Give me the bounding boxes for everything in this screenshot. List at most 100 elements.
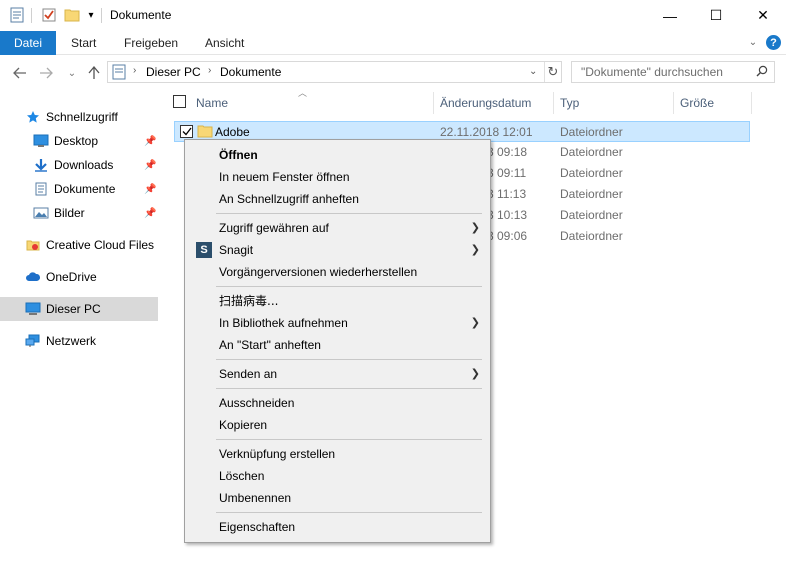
menu-item-cut[interactable]: Ausschneiden <box>185 392 490 414</box>
menu-item-label: Zugriff gewähren auf <box>219 221 329 235</box>
menu-separator <box>216 213 482 214</box>
sidebar-item-onedrive[interactable]: OneDrive <box>25 265 97 289</box>
sidebar-item-quick-access[interactable]: Schnellzugriff <box>25 105 118 129</box>
row-checkbox[interactable] <box>180 125 193 138</box>
sidebar-item-label: Dokumente <box>54 182 116 196</box>
search-box[interactable]: "Dokumente" durchsuchen <box>571 61 775 83</box>
submenu-arrow-icon: ❯ <box>470 368 480 380</box>
file-type: Dateiordner <box>560 145 623 159</box>
file-type: Dateiordner <box>560 125 623 139</box>
sidebar-item-label: Bilder <box>54 206 85 220</box>
select-all-checkbox[interactable] <box>173 95 186 108</box>
menu-item-pin-start[interactable]: An "Start" anheften <box>185 334 490 356</box>
column-header-size[interactable]: Größe <box>680 91 714 115</box>
menu-item-properties[interactable]: Eigenschaften <box>185 516 490 538</box>
file-date: 3 09:06 <box>487 229 528 243</box>
menu-item-snagit[interactable]: S Snagit ❯ <box>185 239 490 261</box>
sidebar-item-label: Desktop <box>54 134 99 148</box>
menu-item-copy[interactable]: Kopieren <box>185 414 490 436</box>
pin-icon[interactable]: 📌 <box>144 184 156 195</box>
menu-item-rename[interactable]: Umbenennen <box>185 487 490 509</box>
column-separator[interactable] <box>433 92 434 114</box>
sidebar-item-label: Netzwerk <box>46 334 97 348</box>
column-separator[interactable] <box>553 92 554 114</box>
pin-icon[interactable]: 📌 <box>144 136 156 147</box>
menu-item-scan-virus[interactable]: 扫描病毒... <box>185 289 490 311</box>
search-icon[interactable] <box>756 65 768 80</box>
checkmark-icon[interactable] <box>41 7 57 23</box>
submenu-arrow-icon: ❯ <box>470 222 480 234</box>
sidebar-item-network[interactable]: Netzwerk <box>25 329 96 353</box>
file-type: Dateiordner <box>560 229 623 243</box>
file-type: Dateiordner <box>560 208 623 222</box>
file-type: Dateiordner <box>560 166 623 180</box>
new-folder-icon[interactable] <box>64 7 80 23</box>
properties-icon[interactable] <box>9 7 25 23</box>
star-icon <box>25 109 41 125</box>
expand-ribbon-icon[interactable]: ⌄ <box>746 35 760 49</box>
desktop-icon <box>33 133 49 149</box>
menu-item-open-new-window[interactable]: In neuem Fenster öffnen <box>185 166 490 188</box>
cloud-icon <box>25 269 41 285</box>
refresh-icon[interactable]: ↻ <box>545 63 561 81</box>
sidebar-item-this-pc[interactable]: Dieser PC <box>0 297 158 321</box>
creative-cloud-icon <box>25 237 41 253</box>
title-bar: ▾ Dokumente — ☐ ✕ <box>0 0 786 31</box>
sidebar-item-downloads[interactable]: Downloads <box>33 153 113 177</box>
menu-item-grant-access[interactable]: Zugriff gewähren auf ❯ <box>185 217 490 239</box>
menu-item-restore-versions[interactable]: Vorgängerversionen wiederherstellen <box>185 261 490 283</box>
sidebar-item-label: Downloads <box>54 158 114 172</box>
up-button[interactable] <box>84 63 104 83</box>
minimize-button[interactable]: — <box>647 0 693 31</box>
breadcrumb-this-pc[interactable]: Dieser PC <box>146 65 201 79</box>
download-icon <box>33 157 49 173</box>
address-dropdown-icon[interactable]: ⌄ <box>529 66 537 77</box>
address-bar[interactable]: › Dieser PC › Dokumente ⌄ ↻ <box>107 61 562 83</box>
pin-icon[interactable]: 📌 <box>144 208 156 219</box>
customize-dropdown-icon[interactable]: ▾ <box>83 7 99 23</box>
help-button[interactable]: ? <box>766 35 781 50</box>
pin-icon[interactable]: 📌 <box>144 160 156 171</box>
sidebar-item-documents[interactable]: Dokumente <box>33 177 115 201</box>
column-header-name[interactable]: Name <box>196 91 228 115</box>
sidebar-item-label: Dieser PC <box>46 302 101 316</box>
back-button[interactable] <box>10 63 30 83</box>
menu-separator <box>216 388 482 389</box>
tab-start[interactable]: Start <box>71 31 96 55</box>
sidebar-item-label: Creative Cloud Files <box>46 238 155 252</box>
menu-item-send-to[interactable]: Senden an ❯ <box>185 363 490 385</box>
sidebar-item-pictures[interactable]: Bilder <box>33 201 85 225</box>
sidebar-item-desktop[interactable]: Desktop <box>33 129 98 153</box>
sidebar-item-creative-cloud[interactable]: Creative Cloud Files <box>25 233 154 257</box>
column-header-date[interactable]: Änderungsdatum <box>440 91 531 115</box>
menu-item-pin-quick-access[interactable]: An Schnellzugriff anheften <box>185 188 490 210</box>
tab-file[interactable]: Datei <box>0 31 56 55</box>
file-date: 3 09:18 <box>487 145 528 159</box>
menu-item-add-library[interactable]: In Bibliothek aufnehmen ❯ <box>185 312 490 334</box>
breadcrumb-documents[interactable]: Dokumente <box>220 65 281 79</box>
sidebar-item-label: OneDrive <box>46 270 97 284</box>
pictures-icon <box>33 205 49 221</box>
menu-separator <box>216 286 482 287</box>
file-type: Dateiordner <box>560 187 623 201</box>
forward-button[interactable] <box>36 63 56 83</box>
menu-item-open[interactable]: Öffnen <box>185 144 490 166</box>
breadcrumb-chevron-icon[interactable]: › <box>208 65 211 76</box>
window-title: Dokumente <box>110 8 172 22</box>
maximize-button[interactable]: ☐ <box>693 0 739 31</box>
recent-locations-icon[interactable]: ⌄ <box>62 63 82 83</box>
menu-item-create-shortcut[interactable]: Verknüpfung erstellen <box>185 443 490 465</box>
search-placeholder: "Dokumente" durchsuchen <box>581 65 723 79</box>
column-separator[interactable] <box>673 92 674 114</box>
column-separator[interactable] <box>751 92 752 114</box>
menu-separator <box>216 439 482 440</box>
title-separator <box>31 8 32 23</box>
breadcrumb-chevron-icon[interactable]: › <box>133 65 136 76</box>
tab-view[interactable]: Ansicht <box>205 31 244 55</box>
column-header-type[interactable]: Typ <box>560 91 579 115</box>
sort-ascending-icon: ︿ <box>298 88 308 98</box>
menu-item-delete[interactable]: Löschen <box>185 465 490 487</box>
tab-share[interactable]: Freigeben <box>124 31 178 55</box>
menu-item-label: In Bibliothek aufnehmen <box>219 316 348 330</box>
close-button[interactable]: ✕ <box>740 0 786 31</box>
